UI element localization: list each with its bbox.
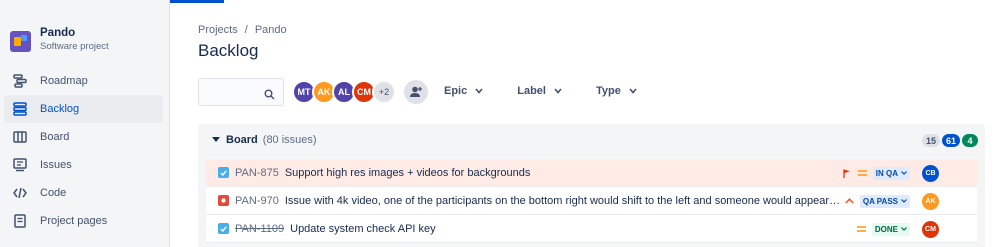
assignee-avatar[interactable]: CM — [922, 220, 939, 238]
priority-medium-icon — [856, 226, 868, 232]
code-icon — [12, 185, 28, 201]
backlog-icon — [12, 101, 28, 117]
sidebar-item-label: Board — [40, 131, 70, 143]
label-filter-label: Label — [517, 85, 546, 97]
sidebar-item-project-pages[interactable]: Project pages — [4, 207, 163, 235]
priority-medium-icon — [857, 170, 869, 176]
more-avatars-button[interactable]: +2 — [372, 80, 396, 104]
project-name: Pando — [40, 27, 76, 39]
chevron-down-icon — [901, 171, 907, 175]
page-title: Backlog — [198, 41, 259, 60]
issue-summary: Issue with 4k video, one of the particip… — [284, 194, 841, 207]
board-title: Board — [226, 134, 258, 146]
board-header[interactable]: Board (80 issues) — [212, 134, 317, 146]
issue-summary: Support high res images + videos for bac… — [284, 166, 531, 179]
breadcrumb-pando[interactable]: Pando — [255, 24, 287, 36]
sidebar-item-roadmap[interactable]: Roadmap — [4, 67, 163, 95]
issue-key[interactable]: PAN-1109 — [235, 223, 284, 235]
status-dropdown[interactable]: IN QA — [872, 166, 910, 180]
sidebar-item-board[interactable]: Board — [4, 123, 163, 151]
assignee-avatar[interactable]: CB — [922, 164, 939, 182]
issue-row[interactable]: PAN-970 Issue with 4k video, one of the … — [206, 187, 977, 215]
search-field[interactable] — [198, 78, 284, 106]
sidebar-item-code[interactable]: Code — [4, 179, 163, 207]
type-filter-label: Type — [595, 85, 621, 97]
issue-key[interactable]: PAN-970 — [235, 195, 279, 207]
issue-list: PAN-875 Support high res images + videos… — [206, 159, 977, 243]
todo-count-badge: 15 — [921, 134, 940, 147]
filter-bar: Epic Label Type — [444, 85, 671, 97]
board-issue-count: (80 issues) — [262, 134, 317, 146]
chevron-down-icon — [901, 199, 907, 203]
chevron-down-icon — [554, 88, 562, 94]
issue-row[interactable]: PAN-1109 Update system check API key DON… — [206, 215, 977, 243]
type-filter[interactable]: Type — [596, 85, 637, 97]
status-label: QA PASS — [862, 196, 898, 206]
breadcrumb-projects[interactable]: Projects — [198, 24, 238, 36]
board-status-badges: 15 61 4 — [920, 134, 978, 147]
in-progress-count-badge: 61 — [941, 134, 960, 147]
task-icon — [218, 223, 229, 234]
sidebar-item-issues[interactable]: Issues — [4, 151, 163, 179]
search-input[interactable] — [205, 80, 265, 104]
breadcrumb: Projects / Pando — [198, 24, 287, 36]
sidebar-item-label: Backlog — [40, 103, 80, 115]
add-people-button[interactable] — [404, 80, 428, 104]
roadmap-icon — [12, 73, 28, 89]
sidebar-item-backlog[interactable]: Backlog — [4, 95, 163, 123]
breadcrumb-separator: / — [244, 24, 248, 36]
top-tab-indicator — [162, 0, 224, 3]
pages-icon — [12, 213, 28, 229]
chevron-down-icon — [629, 88, 637, 94]
sidebar-item-label: Issues — [40, 159, 72, 171]
collapse-caret-icon[interactable] — [212, 137, 220, 143]
status-label: DONE — [874, 224, 898, 234]
flag-icon — [841, 169, 853, 178]
epic-filter-label: Epic — [444, 85, 468, 97]
issue-summary: Update system check API key — [290, 222, 436, 235]
status-dropdown[interactable]: DONE — [871, 222, 910, 236]
sidebar: Pando Software project Roadmap Backlog B… — [0, 0, 170, 247]
assignee-avatar[interactable]: AK — [922, 192, 939, 210]
chevron-down-icon — [475, 88, 483, 94]
sidebar-item-label: Roadmap — [40, 75, 88, 87]
add-person-icon — [410, 86, 422, 97]
board-panel: Board (80 issues) 15 61 4 PAN-875 Suppor… — [198, 124, 985, 247]
project-header[interactable]: Pando Software project — [10, 26, 109, 54]
sidebar-nav: Roadmap Backlog Board Issues Code Projec… — [4, 67, 163, 235]
priority-high-icon — [844, 198, 856, 204]
done-count-badge: 4 — [962, 134, 978, 147]
board-icon — [12, 129, 28, 145]
label-filter[interactable]: Label — [517, 85, 562, 97]
search-icon[interactable] — [264, 87, 275, 105]
status-dropdown[interactable]: QA PASS — [859, 194, 910, 208]
project-type: Software project — [40, 41, 109, 52]
status-label: IN QA — [875, 168, 898, 178]
task-icon — [218, 167, 229, 178]
bug-icon — [218, 195, 229, 206]
sidebar-item-label: Project pages — [40, 215, 108, 227]
avatar-group: MT AK AL CM +2 — [292, 80, 396, 104]
epic-filter[interactable]: Epic — [444, 85, 483, 97]
chevron-down-icon — [901, 227, 907, 231]
project-logo-icon — [10, 31, 31, 52]
sidebar-item-label: Code — [40, 187, 67, 199]
issue-row[interactable]: PAN-875 Support high res images + videos… — [206, 159, 977, 187]
issues-icon — [12, 157, 28, 173]
issue-key[interactable]: PAN-875 — [235, 167, 279, 179]
